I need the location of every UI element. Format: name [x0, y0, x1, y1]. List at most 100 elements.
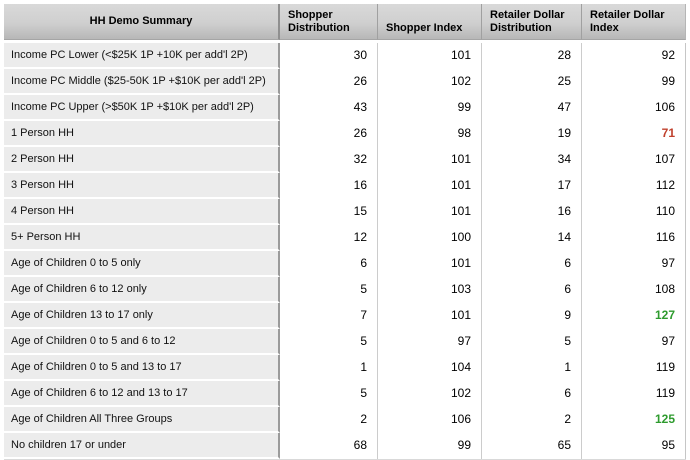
value-cell: 102	[378, 381, 482, 407]
row-label: 2 Person HH	[4, 147, 280, 173]
value-cell: 6	[482, 277, 582, 303]
value-cell: 6	[482, 251, 582, 277]
value-cell: 15	[280, 199, 378, 225]
value-cell: 106	[378, 407, 482, 433]
value-cell: 71	[582, 121, 686, 147]
row-label: Age of Children All Three Groups	[4, 407, 280, 433]
value-cell: 99	[378, 95, 482, 121]
column-header-retailer-dollar-distribution[interactable]: Retailer Dollar Distribution	[482, 4, 582, 40]
table-row: Age of Children 6 to 12 and 13 to 175102…	[4, 381, 686, 407]
row-label: 5+ Person HH	[4, 225, 280, 251]
value-cell: 101	[378, 147, 482, 173]
value-cell: 107	[582, 147, 686, 173]
value-cell: 95	[582, 433, 686, 459]
row-label: No children 17 or under	[4, 433, 280, 459]
row-label: Age of Children 6 to 12 and 13 to 17	[4, 381, 280, 407]
table-title[interactable]: HH Demo Summary	[4, 4, 280, 40]
value-cell: 97	[582, 329, 686, 355]
row-label: Age of Children 0 to 5 and 13 to 17	[4, 355, 280, 381]
value-cell: 103	[378, 277, 482, 303]
value-cell: 101	[378, 303, 482, 329]
value-cell: 34	[482, 147, 582, 173]
value-cell: 99	[582, 69, 686, 95]
column-header-retailer-dollar-index[interactable]: Retailer Dollar Index	[582, 4, 686, 40]
row-label: 4 Person HH	[4, 199, 280, 225]
table-row: Income PC Upper (>$50K 1P +$10K per add'…	[4, 95, 686, 121]
value-cell: 112	[582, 173, 686, 199]
row-label: Age of Children 6 to 12 only	[4, 277, 280, 303]
row-label: Age of Children 0 to 5 only	[4, 251, 280, 277]
table-row: 3 Person HH1610117112	[4, 173, 686, 199]
value-cell: 68	[280, 433, 378, 459]
value-cell: 14	[482, 225, 582, 251]
value-cell: 19	[482, 121, 582, 147]
table-header-row: HH Demo Summary Shopper Distribution Sho…	[4, 4, 686, 40]
value-cell: 30	[280, 43, 378, 69]
hh-demo-summary-table: HH Demo Summary Shopper Distribution Sho…	[4, 4, 686, 460]
value-cell: 5	[482, 329, 582, 355]
value-cell: 110	[582, 199, 686, 225]
value-cell: 98	[378, 121, 482, 147]
table-row: Age of Children 0 to 5 and 13 to 1711041…	[4, 355, 686, 381]
table-row: 4 Person HH1510116110	[4, 199, 686, 225]
value-cell: 6	[482, 381, 582, 407]
value-cell: 1	[280, 355, 378, 381]
table-row: 5+ Person HH1210014116	[4, 225, 686, 251]
table-row: Age of Children 13 to 17 only71019127	[4, 303, 686, 329]
value-cell: 5	[280, 277, 378, 303]
row-label: Income PC Upper (>$50K 1P +$10K per add'…	[4, 95, 280, 121]
row-label: 3 Person HH	[4, 173, 280, 199]
table-row: 1 Person HH26981971	[4, 121, 686, 147]
value-cell: 25	[482, 69, 582, 95]
value-cell: 101	[378, 43, 482, 69]
value-cell: 104	[378, 355, 482, 381]
value-cell: 2	[280, 407, 378, 433]
value-cell: 2	[482, 407, 582, 433]
row-label: 1 Person HH	[4, 121, 280, 147]
value-cell: 102	[378, 69, 482, 95]
value-cell: 106	[582, 95, 686, 121]
value-cell: 32	[280, 147, 378, 173]
value-cell: 119	[582, 381, 686, 407]
value-cell: 101	[378, 199, 482, 225]
value-cell: 116	[582, 225, 686, 251]
table-body: Income PC Lower (<$25K 1P +10K per add'l…	[4, 43, 686, 459]
table-row: Age of Children 0 to 5 and 6 to 12597597	[4, 329, 686, 355]
value-cell: 28	[482, 43, 582, 69]
value-cell: 43	[280, 95, 378, 121]
value-cell: 16	[482, 199, 582, 225]
table-row: No children 17 or under68996595	[4, 433, 686, 459]
table-row: Income PC Lower (<$25K 1P +10K per add'l…	[4, 43, 686, 69]
value-cell: 65	[482, 433, 582, 459]
value-cell: 99	[378, 433, 482, 459]
value-cell: 100	[378, 225, 482, 251]
value-cell: 6	[280, 251, 378, 277]
table-row: Income PC Middle ($25-50K 1P +$10K per a…	[4, 69, 686, 95]
table-row: Age of Children 0 to 5 only6101697	[4, 251, 686, 277]
value-cell: 101	[378, 251, 482, 277]
value-cell: 108	[582, 277, 686, 303]
value-cell: 92	[582, 43, 686, 69]
value-cell: 47	[482, 95, 582, 121]
value-cell: 97	[378, 329, 482, 355]
value-cell: 1	[482, 355, 582, 381]
table-row: Age of Children 6 to 12 only51036108	[4, 277, 686, 303]
table-row: Age of Children All Three Groups21062125	[4, 407, 686, 433]
value-cell: 119	[582, 355, 686, 381]
column-header-shopper-distribution[interactable]: Shopper Distribution	[280, 4, 378, 40]
value-cell: 101	[378, 173, 482, 199]
value-cell: 97	[582, 251, 686, 277]
value-cell: 12	[280, 225, 378, 251]
value-cell: 125	[582, 407, 686, 433]
value-cell: 5	[280, 329, 378, 355]
value-cell: 127	[582, 303, 686, 329]
value-cell: 7	[280, 303, 378, 329]
row-label: Income PC Middle ($25-50K 1P +$10K per a…	[4, 69, 280, 95]
row-label: Age of Children 0 to 5 and 6 to 12	[4, 329, 280, 355]
table-row: 2 Person HH3210134107	[4, 147, 686, 173]
row-label: Age of Children 13 to 17 only	[4, 303, 280, 329]
value-cell: 16	[280, 173, 378, 199]
value-cell: 26	[280, 121, 378, 147]
column-header-shopper-index[interactable]: Shopper Index	[378, 4, 482, 40]
value-cell: 17	[482, 173, 582, 199]
